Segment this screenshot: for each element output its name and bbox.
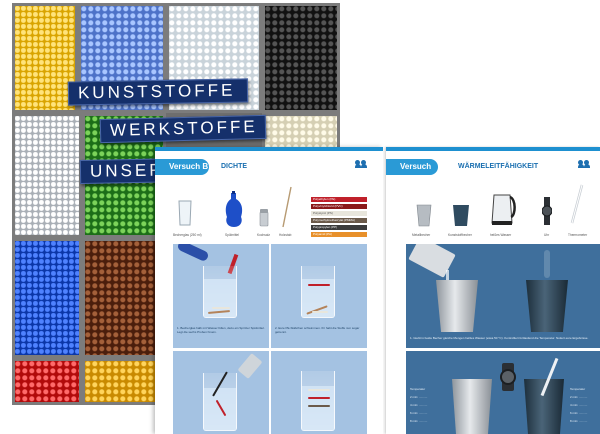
experiment-panel-1: 1. Becherglas halb mit Wasser füllen, da… bbox=[173, 244, 269, 348]
table-row: 6 min: .......... bbox=[570, 411, 588, 415]
legend-item: Polystyrol (PS) bbox=[311, 211, 367, 216]
object-label: Uhr bbox=[544, 233, 550, 237]
experiment-panel-pour: 1. Gießt in beide Becher gleiche Mengen … bbox=[406, 244, 600, 348]
experiment-panel-measure: Temperatur 2 min: .......... 4 min: ....… bbox=[406, 351, 600, 434]
object-label: Holzstab bbox=[279, 233, 292, 237]
sheet-c-title: WÄRMELEITFÄHIGKEIT bbox=[458, 163, 539, 170]
table-head-right: Temperatur bbox=[570, 387, 586, 391]
experiment-panel-3 bbox=[173, 351, 269, 434]
legend-item: Polyvinylchlorid (PVC) bbox=[311, 204, 367, 209]
experiment-panel-2: 2. Eure PE-Stäbchen schwimmen. Ihr habt … bbox=[271, 244, 367, 348]
pellets-grey bbox=[12, 113, 82, 238]
object-label: Kunststoffbecher bbox=[448, 233, 472, 237]
object-label: Thermometer bbox=[568, 233, 588, 237]
thermometer-icon bbox=[570, 184, 584, 224]
table-head-left: Temperatur bbox=[410, 387, 426, 391]
sheet-b-tag: Versuch B bbox=[155, 159, 209, 175]
table-row: 6 min: .......... bbox=[410, 411, 428, 415]
table-row: 2 min: .......... bbox=[570, 395, 588, 399]
experiment-panel-4 bbox=[271, 351, 367, 434]
table-row: 2 min: .......... bbox=[410, 395, 428, 399]
group-icon bbox=[578, 160, 590, 168]
pellets-black bbox=[262, 3, 340, 113]
object-label: Becherglas (250 ml) bbox=[173, 233, 202, 237]
kettle-icon bbox=[491, 194, 516, 225]
table-row: 8 min: .......... bbox=[410, 419, 428, 423]
worksheet-versuch-c: Versuch C WÄRMELEITFÄHIGKEIT Metallbeche… bbox=[386, 147, 600, 434]
table-row: 8 min: .......... bbox=[570, 419, 588, 423]
step-2-text: 2. Eure PE-Stäbchen schwimmen. Ihr habt … bbox=[275, 326, 360, 334]
pellets-brown bbox=[82, 238, 166, 358]
beaker-icon bbox=[178, 200, 192, 226]
metal-cup-icon bbox=[416, 204, 432, 227]
watch-icon bbox=[542, 197, 552, 225]
legend-item: Polyethylen (PE) bbox=[311, 197, 367, 202]
cover-label-2: WERKSTOFFE bbox=[99, 114, 267, 144]
pellets-red bbox=[12, 358, 82, 405]
table-row: 4 min: .......... bbox=[410, 403, 428, 407]
wooden-stick-icon bbox=[282, 186, 292, 228]
salt-shaker-icon bbox=[259, 209, 269, 227]
object-label: heißes Wasser bbox=[490, 233, 512, 237]
object-label: Spülmittel bbox=[225, 233, 239, 237]
group-icon bbox=[355, 160, 367, 168]
table-row: 4 min: .......... bbox=[570, 403, 588, 407]
step-c-text: 1. Gießt in beide Becher gleiche Mengen … bbox=[410, 336, 589, 340]
sheet-c-tag: Versuch C bbox=[386, 159, 438, 187]
cover-label-1: KUNSTSTOFFE bbox=[67, 78, 249, 106]
plastic-cup-icon bbox=[453, 205, 469, 226]
legend-item: Polypropylen (PP) bbox=[311, 225, 367, 230]
pellets-gold bbox=[82, 358, 166, 405]
pellets-blue bbox=[12, 238, 82, 358]
dish-soap-icon bbox=[225, 191, 243, 227]
object-label: Kochsalz bbox=[257, 233, 270, 237]
step-1-text: 1. Becherglas halb mit Wasser füllen, da… bbox=[177, 326, 265, 334]
legend-item: Polymethylmethacrylat (PMMA) bbox=[311, 218, 367, 223]
legend-item: Polyamid (PA) bbox=[311, 232, 367, 237]
sheet-b-title: DICHTE bbox=[221, 163, 248, 170]
worksheet-versuch-b: Versuch B DICHTE Becherglas (250 ml) Spü… bbox=[155, 147, 383, 434]
object-label: Metallbecher bbox=[412, 233, 431, 237]
